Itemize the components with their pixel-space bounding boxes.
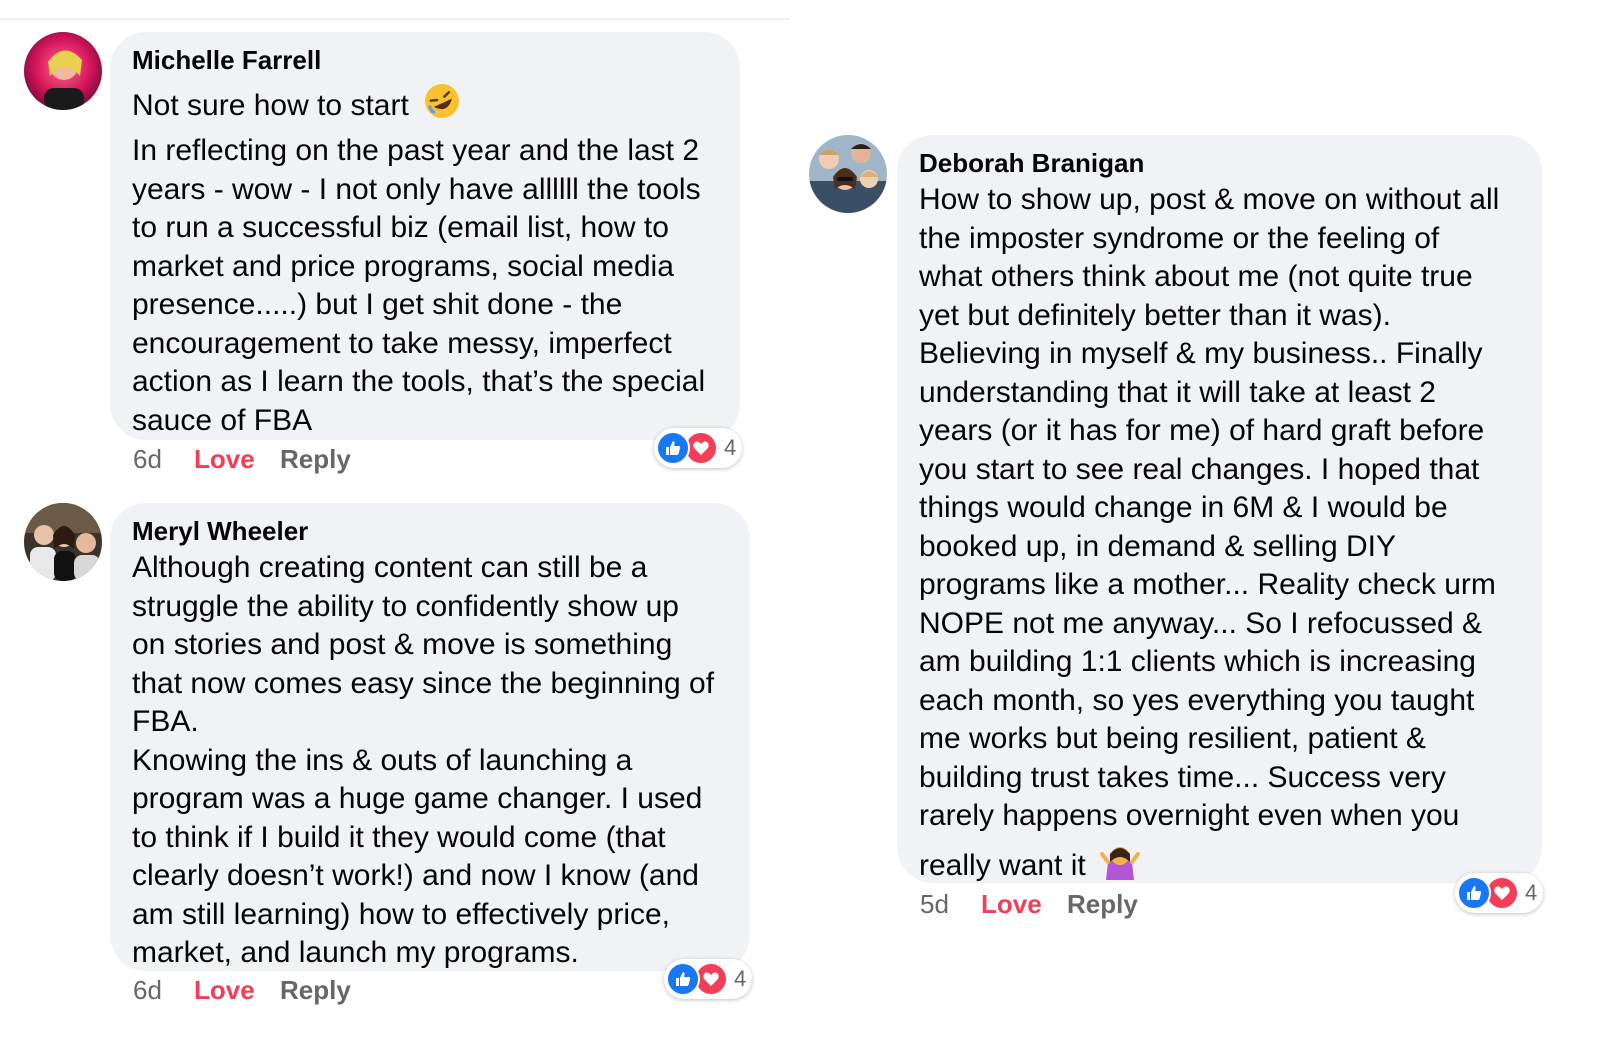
like-reaction-icon — [666, 962, 700, 996]
reaction-count: 4 — [734, 966, 747, 991]
like-reaction-icon — [1457, 876, 1491, 910]
avatar[interactable] — [24, 503, 102, 581]
reaction-summary[interactable]: 4 — [664, 959, 753, 999]
comment-time[interactable]: 6d — [133, 443, 162, 475]
avatar[interactable] — [24, 32, 102, 110]
comment-text: In reflecting on the past year and the l… — [132, 134, 706, 437]
love-button[interactable]: Love — [194, 443, 255, 475]
reaction-summary[interactable]: 4 — [1455, 873, 1544, 913]
comment-last-line: really want it — [919, 842, 1520, 892]
reply-button[interactable]: Reply — [280, 443, 351, 475]
love-button[interactable]: Love — [981, 888, 1042, 920]
comment-actions: 5d Love Reply — [920, 888, 1320, 920]
comment-first-line: Not sure how to start — [132, 82, 718, 132]
comment-text: How to show up, post & move on without a… — [919, 183, 1500, 832]
comment-bubble: Michelle Farrell Not sure how to start I… — [110, 32, 740, 440]
comment-author[interactable]: Deborah Branigan — [919, 147, 1520, 179]
comment-actions: 6d Love Reply — [133, 974, 533, 1006]
reaction-count: 4 — [1525, 880, 1538, 905]
comment-bubble: Deborah Branigan How to show up, post & … — [897, 135, 1542, 883]
reply-button[interactable]: Reply — [280, 974, 351, 1006]
rolling-on-floor-laughing-emoji-icon — [423, 82, 461, 132]
comment-last-line-text: really want it — [919, 848, 1086, 882]
comment-first-line-text: Not sure how to start — [132, 88, 409, 122]
reply-button[interactable]: Reply — [1067, 888, 1138, 920]
top-divider — [0, 18, 790, 20]
reaction-count: 4 — [724, 435, 737, 460]
person-shrugging-emoji-icon — [1100, 842, 1141, 892]
comment-bubble: Meryl Wheeler Although creating content … — [110, 503, 750, 971]
reaction-summary[interactable]: 4 — [654, 428, 743, 468]
comment-author[interactable]: Michelle Farrell — [132, 44, 718, 76]
comment-author[interactable]: Meryl Wheeler — [132, 515, 728, 547]
like-reaction-icon — [656, 431, 690, 465]
comment-text: Although creating content can still be a… — [132, 551, 715, 969]
love-button[interactable]: Love — [194, 974, 255, 1006]
comment-time[interactable]: 5d — [920, 888, 949, 920]
comment-actions: 6d Love Reply — [133, 443, 533, 475]
avatar[interactable] — [809, 135, 887, 213]
comment-time[interactable]: 6d — [133, 974, 162, 1006]
